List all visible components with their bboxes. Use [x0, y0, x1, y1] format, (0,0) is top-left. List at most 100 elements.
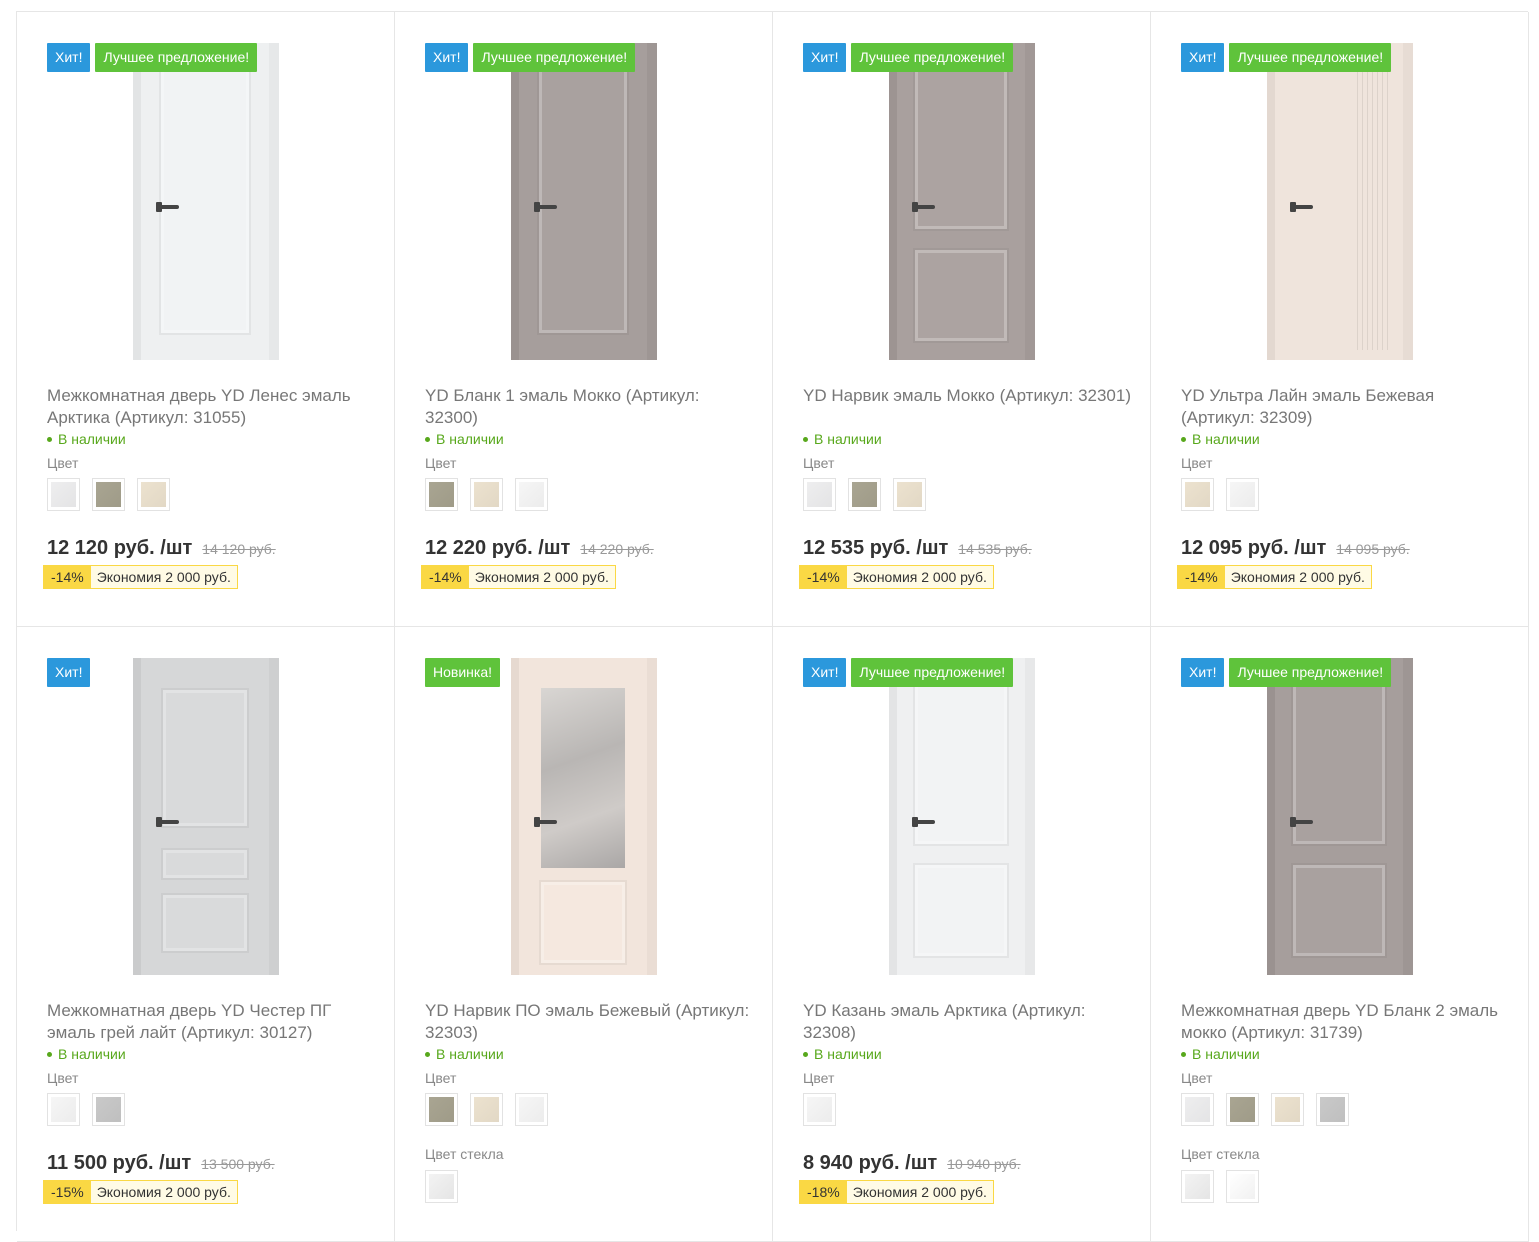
color-swatch[interactable] — [803, 1093, 836, 1126]
color-swatch[interactable] — [1181, 1093, 1214, 1126]
hit-badge: Хит! — [803, 43, 847, 72]
color-swatch[interactable] — [92, 478, 125, 511]
product-card[interactable]: Хит! Лучшее предложение! Межкомнатная двер… — [1151, 627, 1529, 1242]
door-frame-right — [1402, 658, 1413, 975]
door-image[interactable] — [1266, 43, 1413, 360]
new-badge: Новинка! — [425, 658, 500, 687]
product-card[interactable]: Хит! Лучшее предложение! Межкомнатная двер… — [17, 12, 395, 627]
door-image[interactable] — [132, 43, 279, 360]
stock-dot-icon — [1181, 1051, 1186, 1057]
door-image[interactable] — [888, 658, 1035, 975]
swatch-fill — [807, 1097, 832, 1122]
product-title-link[interactable]: Межкомнатная дверь YD Бланк 2 эмаль мокк… — [1181, 1000, 1511, 1044]
product-labels: Хит! Лучшее предложение! — [803, 43, 1014, 72]
swatch-fill — [852, 482, 877, 507]
swatch-fill — [51, 1097, 76, 1122]
product-image[interactable] — [1151, 43, 1528, 360]
glass-swatch[interactable] — [1181, 1170, 1214, 1203]
product-labels: Новинка! — [425, 658, 500, 687]
color-swatch[interactable] — [1316, 1093, 1349, 1126]
swatch-fill — [519, 1097, 544, 1122]
door-image[interactable] — [510, 658, 657, 975]
economy-badge: -14% Экономия 2 000 руб. — [43, 565, 238, 589]
door-image[interactable] — [132, 658, 279, 975]
color-swatch[interactable] — [1226, 1093, 1259, 1126]
swatch-fill — [1275, 1097, 1300, 1122]
product-title-link[interactable]: Межкомнатная дверь YD Честер ПГ эмаль гр… — [47, 1000, 377, 1044]
color-swatch[interactable] — [47, 478, 80, 511]
color-swatch[interactable] — [893, 478, 926, 511]
door-image[interactable] — [1266, 658, 1413, 975]
color-swatch[interactable] — [470, 1093, 503, 1126]
stock-status: В наличии — [47, 431, 126, 447]
swatch-fill — [1185, 482, 1210, 507]
product-image[interactable] — [1151, 658, 1528, 975]
product-card[interactable]: Хит! Лучшее предложение! YD Казань эмаль А… — [773, 627, 1151, 1242]
product-image[interactable] — [17, 658, 394, 975]
door-image[interactable] — [510, 43, 657, 360]
price-row: 12 095 руб. /шт 14 095 руб. — [1181, 537, 1410, 560]
product-card[interactable]: Хит! Лучшее предложение! YD Ультра Лайн эм… — [1151, 12, 1529, 627]
color-swatch[interactable] — [803, 478, 836, 511]
door-panel — [160, 893, 249, 953]
color-title: Цвет — [425, 1070, 457, 1086]
product-image[interactable] — [773, 43, 1150, 360]
product-title-link[interactable]: YD Ультра Лайн эмаль Бежевая (Артикул: 3… — [1181, 385, 1511, 429]
old-price: 14 120 руб. — [202, 541, 276, 557]
swatch-fill — [429, 1174, 454, 1199]
product-image[interactable] — [17, 43, 394, 360]
product-title-link[interactable]: YD Бланк 1 эмаль Мокко (Артикул: 32300) — [425, 385, 755, 429]
door-frame-right — [1402, 43, 1413, 360]
color-swatch[interactable] — [425, 1093, 458, 1126]
economy-text: Экономия 2 000 руб. — [1230, 569, 1365, 585]
swatch-fill — [897, 482, 922, 507]
color-swatch[interactable] — [515, 1093, 548, 1126]
color-swatch[interactable] — [470, 478, 503, 511]
product-title-link[interactable]: Межкомнатная дверь YD Ленес эмаль Арктик… — [47, 385, 377, 429]
color-swatch[interactable] — [1226, 478, 1259, 511]
best-badge: Лучшее предложение! — [851, 43, 1014, 72]
glass-swatch[interactable] — [425, 1170, 458, 1203]
door-panel — [912, 248, 1009, 343]
product-title-link[interactable]: YD Нарвик ПО эмаль Бежевый (Артикул: 323… — [425, 1000, 755, 1044]
stock-label: В наличии — [814, 1046, 882, 1062]
color-swatch[interactable] — [515, 478, 548, 511]
door-leaf — [518, 658, 647, 975]
color-swatch[interactable] — [92, 1093, 125, 1126]
color-swatch[interactable] — [848, 478, 881, 511]
product-card[interactable]: Новинка! YD Нарвик ПО эмаль Бежевый (Арти… — [395, 627, 773, 1242]
economy-badge: -15% Экономия 2 000 руб. — [43, 1180, 238, 1204]
swatch-fill — [807, 482, 832, 507]
best-badge: Лучшее предложение! — [95, 43, 258, 72]
stock-dot-icon — [1181, 436, 1186, 442]
product-labels: Хит! Лучшее предложение! — [1181, 658, 1392, 687]
stock-label: В наличии — [1192, 1046, 1260, 1062]
product-card[interactable]: Хит! Межкомнатная дверь YD Честер ПГ эмал… — [17, 627, 395, 1242]
glass-swatch[interactable] — [1226, 1170, 1259, 1203]
door-handle — [911, 202, 935, 212]
color-swatch[interactable] — [1181, 478, 1214, 511]
color-swatch[interactable] — [425, 478, 458, 511]
hit-badge: Хит! — [425, 43, 469, 72]
product-title-link[interactable]: YD Нарвик эмаль Мокко (Артикул: 32301) — [803, 385, 1133, 407]
door-image[interactable] — [888, 43, 1035, 360]
door-leaf — [896, 43, 1025, 360]
product-card[interactable]: Хит! Лучшее предложение! YD Нарвик эмаль М… — [773, 12, 1151, 627]
color-title: Цвет — [803, 455, 835, 471]
door-handle — [1289, 817, 1313, 827]
best-badge: Лучшее предложение! — [1229, 43, 1392, 72]
product-image[interactable] — [395, 43, 772, 360]
stock-dot-icon — [47, 1051, 52, 1057]
product-image[interactable] — [773, 658, 1150, 975]
color-swatch[interactable] — [1271, 1093, 1304, 1126]
door-leaf — [1274, 43, 1403, 360]
economy-badge: -14% Экономия 2 000 руб. — [421, 565, 616, 589]
product-title-link[interactable]: YD Казань эмаль Арктика (Артикул: 32308) — [803, 1000, 1133, 1044]
hit-badge: Хит! — [1181, 43, 1225, 72]
color-swatch[interactable] — [137, 478, 170, 511]
color-swatches — [1181, 478, 1259, 511]
product-card[interactable]: Хит! Лучшее предложение! YD Бланк 1 эмаль … — [395, 12, 773, 627]
swatch-fill — [1185, 1174, 1210, 1199]
product-image[interactable] — [395, 658, 772, 975]
color-swatch[interactable] — [47, 1093, 80, 1126]
